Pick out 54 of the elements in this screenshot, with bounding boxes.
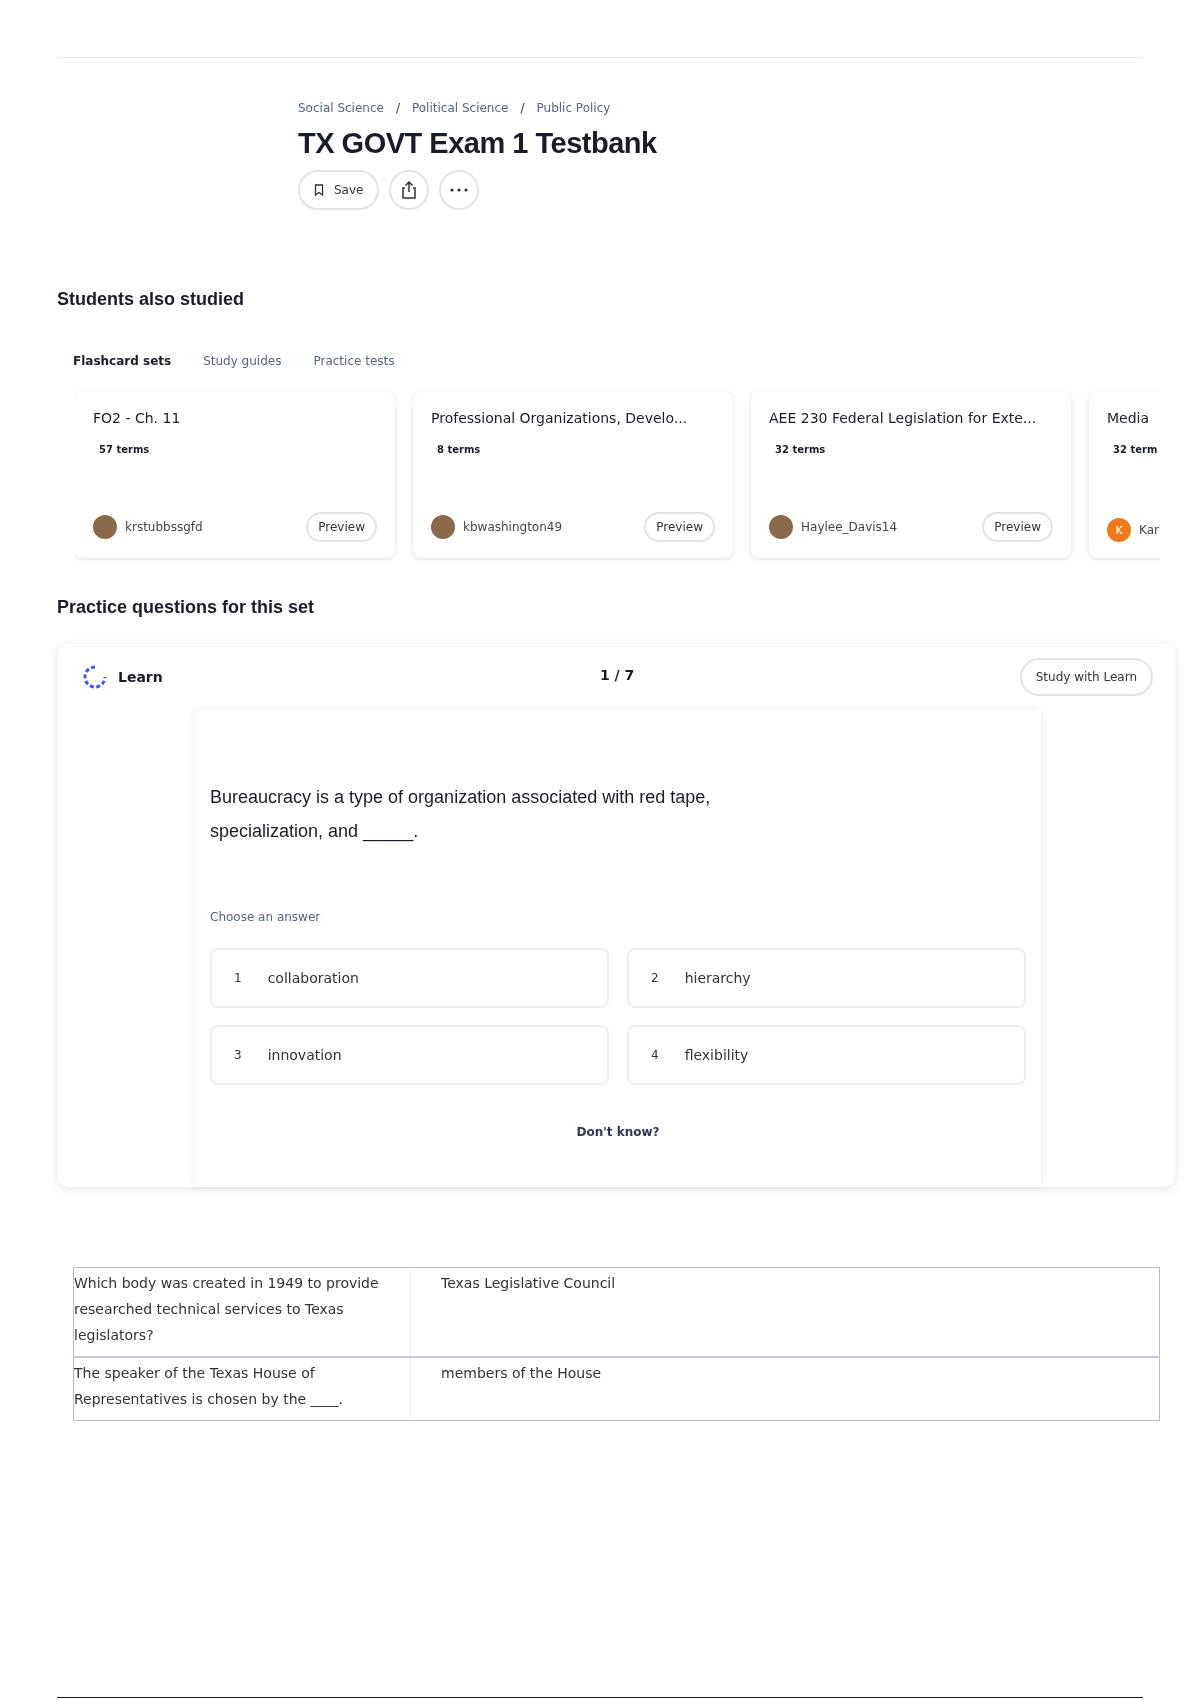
mode-label: Learn <box>118 669 163 685</box>
answer-option[interactable]: 4 flexibility <box>627 1025 1026 1085</box>
term-cell: The speaker of the Texas House of Representatives is chosen by the ____. <box>73 1357 411 1421</box>
flashcard-set-card[interactable]: Media 32 term K Kar <box>1089 392 1160 558</box>
share-icon <box>401 181 418 199</box>
avatar-placeholder <box>769 515 793 539</box>
answer-option[interactable]: 2 hierarchy <box>627 948 1026 1008</box>
tab[interactable]: Practice tests <box>313 354 395 368</box>
tab[interactable]: Flashcard sets <box>73 354 172 368</box>
answer-option[interactable]: 3 innovation <box>210 1025 609 1085</box>
term-count: 8 terms <box>437 444 482 455</box>
learn-icon <box>82 664 108 690</box>
author-name: Kar <box>1139 523 1159 537</box>
card-title: AEE 230 Federal Legislation for Exte... <box>769 410 1038 426</box>
study-button[interactable]: Study with Learn <box>1019 658 1153 696</box>
flashcard-set-card[interactable]: Professional Organizations, Develo... 8 terms kbwashington49 Preview <box>413 392 733 558</box>
flashcard-set-card[interactable]: AEE 230 Federal Legislation for Exte... 32 terms Haylee_Davis14 Preview <box>751 392 1071 558</box>
flashcard-set-card[interactable]: FO2 - Ch. 11 57 terms krstubbssgfd Preview <box>75 392 395 558</box>
author-name: kbwashington49 <box>463 520 563 534</box>
section-heading: Students also studied <box>57 289 246 310</box>
save-button[interactable]: Save <box>298 170 380 210</box>
avatar-placeholder <box>431 515 455 539</box>
definition-cell: Texas Legislative Council <box>410 1267 1160 1357</box>
definition-cell: members of the House <box>410 1357 1160 1421</box>
term-count: 57 terms <box>99 444 151 455</box>
tab[interactable]: Study guides <box>203 354 282 368</box>
breadcrumb-link[interactable]: Political Science <box>411 101 509 115</box>
avatar-initial: K <box>1107 518 1131 542</box>
answer-option[interactable]: 1 collaboration <box>210 948 609 1008</box>
breadcrumb-separator: / <box>395 101 400 115</box>
card-title: FO2 - Ch. 11 <box>93 410 182 426</box>
card-title: Media <box>1107 410 1151 426</box>
card-title: Professional Organizations, Develo... <box>431 410 689 426</box>
author-name: Haylee_Davis14 <box>801 520 898 534</box>
breadcrumb-link[interactable]: Social Science <box>298 101 384 115</box>
bookmark-icon <box>314 184 324 196</box>
section-heading: Practice questions for this set <box>57 597 316 618</box>
author-name: krstubbssgfd <box>125 520 203 534</box>
term-count: 32 terms <box>775 444 827 455</box>
answer-prompt: Choose an answer <box>210 910 322 924</box>
term-count: 32 term <box>1113 444 1159 455</box>
term-cell: Which body was created in 1949 to provide researched technical services to Texas legislators? <box>73 1267 411 1357</box>
question-text: Bureaucracy is a type of organization associated with red tape, specialization, and _____. <box>210 786 712 844</box>
set-title: TX GOVT Exam 1 Testbank <box>298 127 658 160</box>
breadcrumb-link[interactable]: Public Policy <box>536 101 611 115</box>
progress-counter: 1 / 7 <box>600 667 635 683</box>
preview-button[interactable]: Preview <box>644 512 715 542</box>
preview-button[interactable]: Preview <box>982 512 1053 542</box>
dont-know-link[interactable]: Don't know? <box>576 1125 660 1139</box>
breadcrumb-separator: / <box>520 101 525 115</box>
more-icon <box>450 188 469 192</box>
preview-button[interactable]: Preview <box>306 512 377 542</box>
avatar-placeholder <box>93 515 117 539</box>
share-button[interactable] <box>389 170 430 210</box>
